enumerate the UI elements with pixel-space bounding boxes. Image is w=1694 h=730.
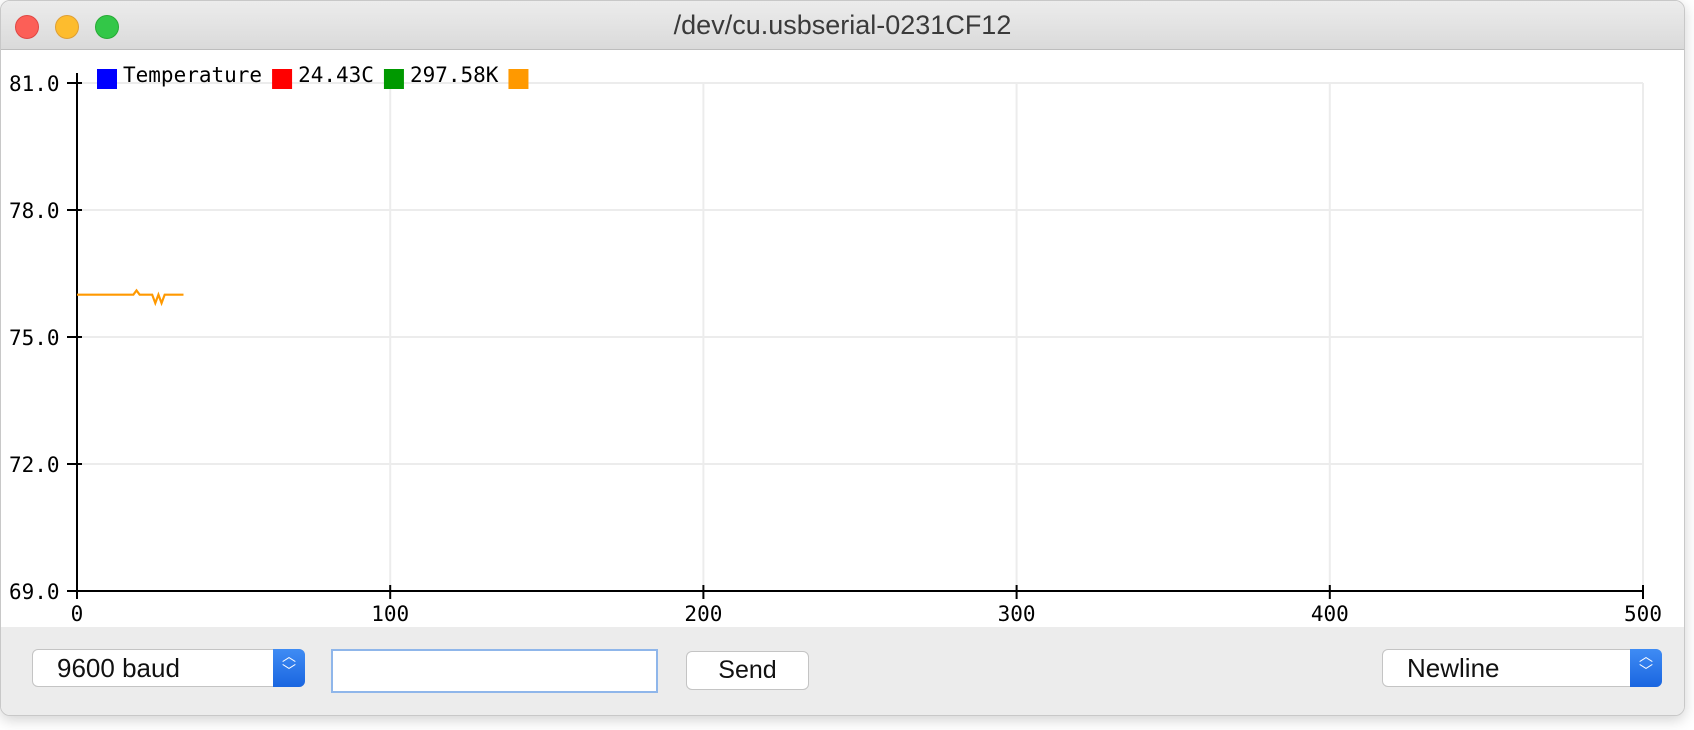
y-tick-label: 78.0 bbox=[9, 199, 60, 223]
legend-label-0: Temperature bbox=[123, 63, 262, 87]
legend-swatch-1 bbox=[272, 69, 293, 89]
window-title: /dev/cu.usbserial-0231CF12 bbox=[673, 10, 1012, 40]
y-tick-label: 81.0 bbox=[9, 72, 60, 96]
y-tick-label: 69.0 bbox=[9, 580, 60, 604]
plot-area: 69.0 72.0 75.0 78.0 81.0 0 100 200 300 400 500 Temp… bbox=[9, 63, 1662, 626]
baud-rate-stepper-icon: ︿ ﹀ bbox=[273, 649, 305, 687]
series-line-0 bbox=[77, 288, 184, 307]
title-bar: /dev/cu.usbserial-0231CF12 bbox=[1, 1, 1684, 50]
legend-swatch-0 bbox=[97, 69, 117, 89]
legend-label-2: 297.58K bbox=[410, 63, 499, 87]
y-tick-label: 75.0 bbox=[9, 326, 60, 350]
legend-swatch-2 bbox=[383, 69, 404, 89]
line-ending-select[interactable]: Newline ︿ ﹀ bbox=[1382, 649, 1662, 687]
send-input[interactable] bbox=[331, 649, 658, 693]
line-ending-stepper-icon: ︿ ﹀ bbox=[1630, 649, 1662, 687]
baud-rate-label: 9600 baud bbox=[57, 653, 180, 683]
baud-rate-select[interactable]: 9600 baud ︿ ﹀ bbox=[32, 649, 305, 687]
y-tick-label: 72.0 bbox=[9, 453, 60, 477]
x-tick-label: 100 bbox=[371, 602, 409, 626]
legend-swatch-3 bbox=[508, 69, 529, 89]
x-tick-label: 400 bbox=[1311, 602, 1349, 626]
x-tick-label: 500 bbox=[1624, 602, 1662, 626]
bottom-toolbar: 9600 baud ︿ ﹀ Send Newline ︿ ﹀ bbox=[1, 627, 1684, 715]
legend-label-1: 24.43C bbox=[298, 63, 374, 87]
x-tick-label: 200 bbox=[684, 602, 722, 626]
x-tick-label: 300 bbox=[998, 602, 1036, 626]
send-button[interactable]: Send bbox=[686, 651, 809, 690]
x-tick-label: 0 bbox=[71, 602, 84, 626]
line-ending-label: Newline bbox=[1407, 653, 1500, 683]
serial-plotter-window: /dev/cu.usbserial-0231CF12 69.0 72.0 75.0 7… bbox=[0, 0, 1685, 716]
